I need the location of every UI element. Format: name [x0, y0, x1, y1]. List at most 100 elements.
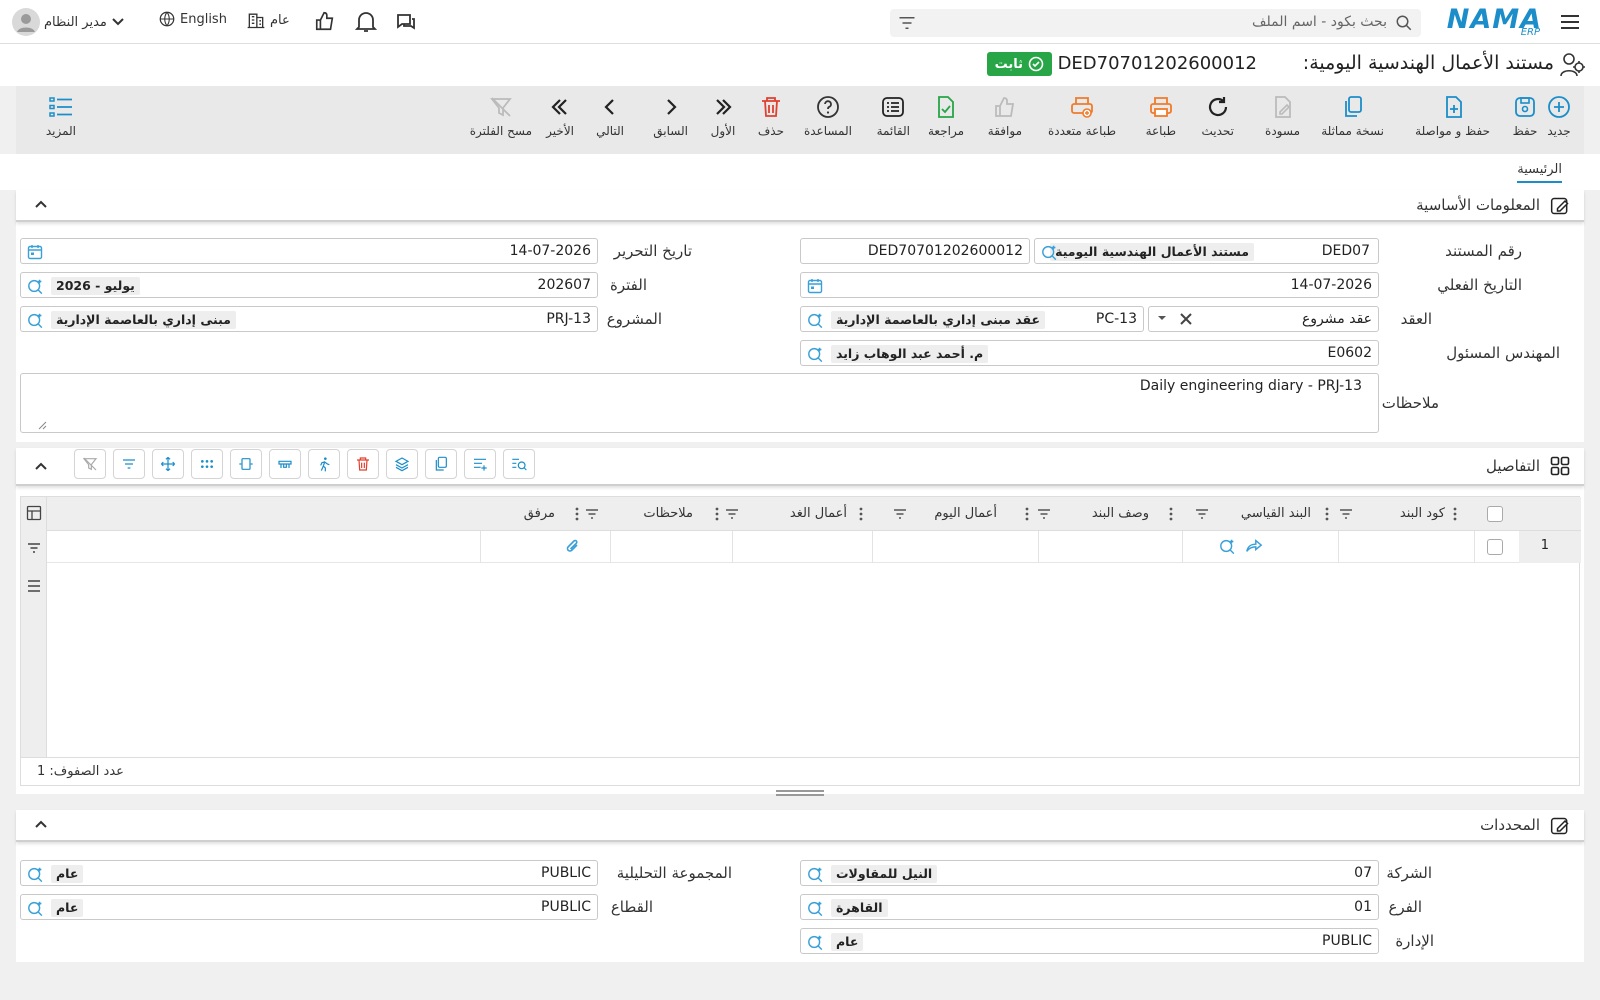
previous-button[interactable]: السابق: [653, 94, 688, 138]
doc-type-field[interactable]: DED07 مستند الأعمال الهندسية اليومية: [1034, 238, 1379, 264]
table-row[interactable]: 1: [47, 531, 1581, 563]
filter-icon[interactable]: [26, 541, 42, 555]
column-item-code[interactable]: كود البند: [1400, 506, 1445, 521]
actual-date-field[interactable]: 14-07-2026: [800, 272, 1379, 298]
column-menu-icon[interactable]: [1169, 507, 1173, 521]
first-button[interactable]: الأول: [710, 94, 736, 138]
row-checkbox[interactable]: [1487, 539, 1503, 555]
dept-field[interactable]: PUBLIC عام: [800, 928, 1379, 954]
grid-fit-button[interactable]: [230, 449, 262, 479]
share-icon[interactable]: [1245, 538, 1263, 554]
filter-icon[interactable]: [898, 15, 916, 31]
more-button[interactable]: المزيد: [46, 94, 76, 138]
column-filter-icon[interactable]: [1037, 509, 1051, 519]
edit-date-field[interactable]: 14-07-2026: [20, 238, 598, 264]
grid-run-button[interactable]: [308, 449, 340, 479]
grid-dots-button[interactable]: [191, 449, 223, 479]
chevron-up-icon[interactable]: [34, 460, 48, 472]
columns-icon[interactable]: [26, 505, 42, 521]
lookup-icon[interactable]: [27, 899, 45, 917]
lookup-icon[interactable]: [807, 933, 825, 951]
bell-icon[interactable]: [355, 10, 377, 34]
search-input[interactable]: بحث بكود - اسم الملف: [890, 9, 1421, 37]
grid-search-button[interactable]: [503, 449, 535, 479]
grid-filter-button[interactable]: [113, 449, 145, 479]
grid-add-row-button[interactable]: [464, 449, 496, 479]
column-menu-icon[interactable]: [575, 507, 579, 521]
calendar-icon[interactable]: [27, 244, 43, 260]
lookup-icon[interactable]: [27, 865, 45, 883]
column-menu-icon[interactable]: [1325, 507, 1329, 521]
period-field[interactable]: 202607 2026 - يوليو: [20, 272, 598, 298]
save-continue-button[interactable]: حفظ و مواصلة: [1415, 94, 1490, 138]
column-attachment[interactable]: مرفق: [524, 506, 555, 521]
sector-field[interactable]: PUBLIC عام: [20, 894, 598, 920]
column-filter-icon[interactable]: [1339, 509, 1353, 519]
next-button[interactable]: التالي: [596, 94, 624, 138]
clear-icon[interactable]: [1179, 312, 1193, 326]
chat-icon[interactable]: [394, 10, 418, 34]
new-button[interactable]: جديد: [1546, 94, 1572, 138]
help-button[interactable]: المساعدة: [804, 94, 852, 138]
lookup-icon[interactable]: [807, 865, 825, 883]
resize-handle-icon[interactable]: [37, 420, 47, 430]
save-button[interactable]: حفظ: [1512, 94, 1538, 138]
column-filter-icon[interactable]: [725, 509, 739, 519]
lookup-icon[interactable]: [807, 311, 825, 329]
hamburger-menu-icon[interactable]: [1558, 10, 1582, 34]
contract-field[interactable]: PC-13 عقد مبنى إداري بالعاصمة الإدارية: [800, 306, 1144, 332]
engineer-field[interactable]: E0602 م. أحمد عبد الوهاب زايد: [800, 340, 1379, 366]
branch-selector[interactable]: عام: [246, 10, 290, 30]
user-menu[interactable]: مدير النظام: [12, 8, 125, 36]
notes-textarea[interactable]: Daily engineering diary - PRJ-13: [20, 373, 1379, 433]
review-button[interactable]: مراجعة: [928, 94, 964, 138]
multi-print-button[interactable]: طباعة متعددة: [1048, 94, 1116, 138]
delete-button[interactable]: حذف: [758, 94, 784, 138]
column-filter-icon[interactable]: [1195, 509, 1209, 519]
calendar-icon[interactable]: [807, 278, 823, 294]
language-selector[interactable]: English: [158, 10, 227, 28]
list-button[interactable]: القائمة: [877, 94, 910, 138]
duplicate-button[interactable]: نسخة مماثلة: [1321, 94, 1384, 138]
analytic-field[interactable]: PUBLIC عام: [20, 860, 598, 886]
contract-type-select[interactable]: عقد مشروع: [1148, 306, 1379, 332]
column-menu-icon[interactable]: [859, 507, 863, 521]
thumbs-up-icon[interactable]: [314, 10, 336, 32]
last-button[interactable]: الأخير: [546, 94, 574, 138]
lookup-icon[interactable]: [807, 899, 825, 917]
doc-number-field[interactable]: DED70701202600012: [800, 238, 1030, 264]
chevron-down-icon[interactable]: [1157, 315, 1167, 323]
lookup-icon[interactable]: [27, 311, 45, 329]
grid-copy-button[interactable]: [425, 449, 457, 479]
lookup-icon[interactable]: [1041, 243, 1059, 261]
chevron-up-icon[interactable]: [34, 198, 48, 210]
refresh-button[interactable]: تحديث: [1201, 94, 1234, 138]
print-button[interactable]: طباعة: [1146, 94, 1176, 138]
lookup-icon[interactable]: [807, 345, 825, 363]
column-standard-item[interactable]: البند القياسي: [1241, 506, 1311, 521]
column-menu-icon[interactable]: [1025, 507, 1029, 521]
clear-filter-button[interactable]: مسح الفلترة: [470, 94, 532, 138]
nama-logo[interactable]: NAMA ERP: [1447, 4, 1542, 40]
column-menu-icon[interactable]: [1453, 507, 1457, 521]
menu-lines-icon[interactable]: [26, 579, 42, 593]
resize-handle[interactable]: [776, 790, 824, 796]
branch-field[interactable]: 01 القاهرة: [800, 894, 1379, 920]
column-notes[interactable]: ملاحظات: [643, 506, 693, 521]
grid-move-button[interactable]: [152, 449, 184, 479]
column-today-work[interactable]: أعمال اليوم: [934, 506, 997, 521]
lookup-icon[interactable]: [27, 277, 45, 295]
paperclip-icon[interactable]: [565, 538, 581, 556]
select-all-checkbox[interactable]: [1487, 506, 1503, 522]
chevron-up-icon[interactable]: [34, 818, 48, 830]
lookup-icon[interactable]: [1219, 537, 1237, 555]
column-tomorrow-work[interactable]: أعمال الغد: [790, 506, 847, 521]
project-field[interactable]: PRJ-13 مبنى إداري بالعاصمة الإدارية: [20, 306, 598, 332]
grid-delete-button[interactable]: [347, 449, 379, 479]
grid-clear-filter-button[interactable]: [74, 449, 106, 479]
column-filter-icon[interactable]: [893, 509, 907, 519]
draft-button[interactable]: مسودة: [1265, 94, 1300, 138]
grid-layers-button[interactable]: [386, 449, 418, 479]
tab-main[interactable]: الرئيسية: [1517, 162, 1562, 183]
column-item-desc[interactable]: وصف البند: [1092, 506, 1149, 521]
